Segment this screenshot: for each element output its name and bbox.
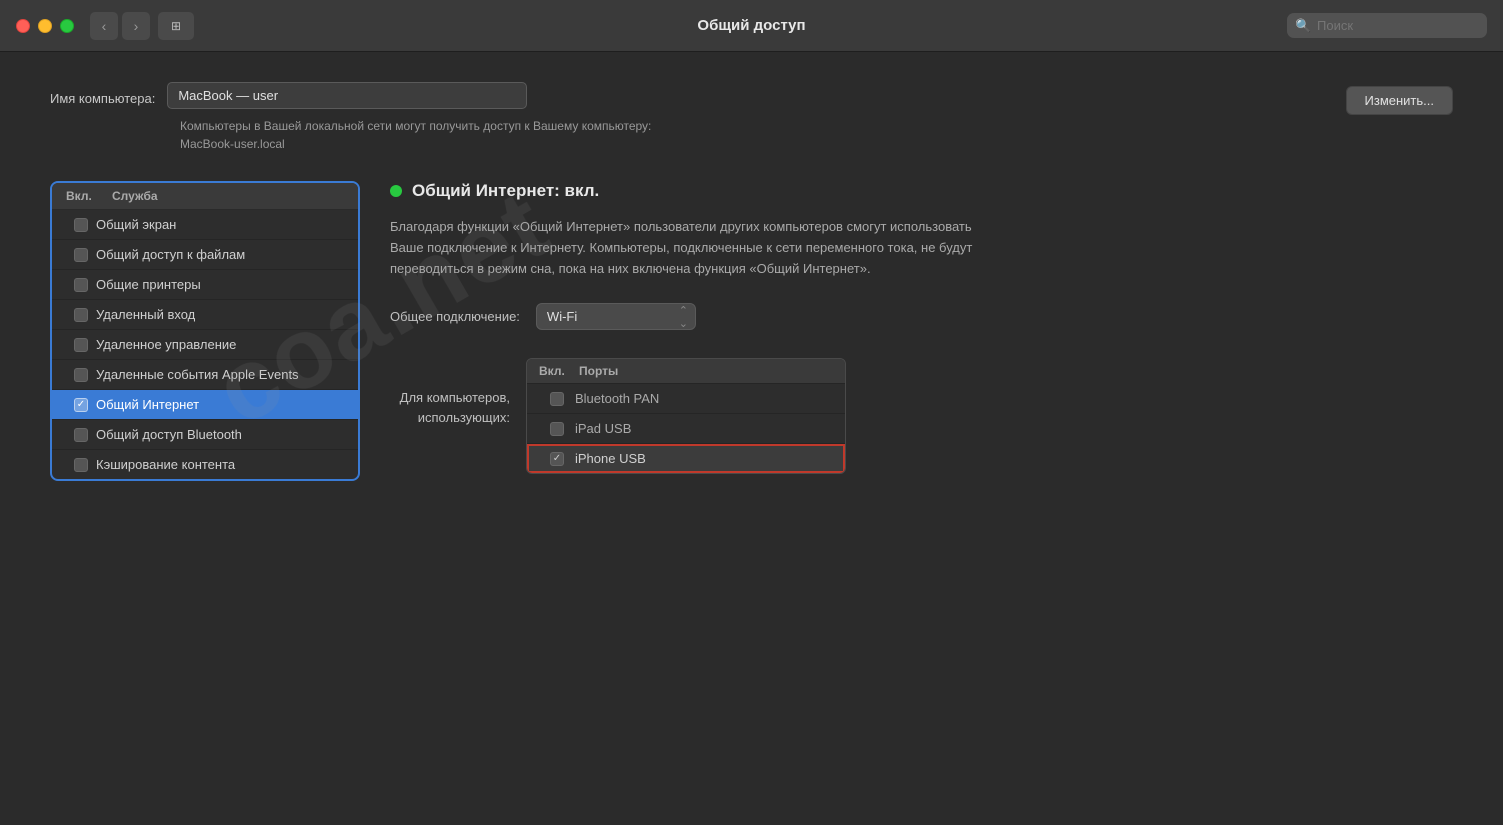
close-button[interactable] xyxy=(16,19,30,33)
checkbox-icon xyxy=(74,278,88,292)
service-checkbox-remote-login[interactable] xyxy=(66,308,96,322)
nav-buttons: ‹ › ⊞ xyxy=(90,12,194,40)
titlebar: ‹ › ⊞ Общий доступ 🔍 xyxy=(0,0,1503,52)
status-row: Общий Интернет: вкл. xyxy=(390,181,1453,201)
service-label-internet: Общий Интернет xyxy=(96,397,199,412)
status-title: Общий Интернет: вкл. xyxy=(412,181,599,201)
services-list: Общий экран Общий доступ к файлам Общие … xyxy=(52,210,358,479)
service-item-bluetooth[interactable]: Общий доступ Bluetooth xyxy=(52,420,358,450)
service-checkbox-cache[interactable] xyxy=(66,458,96,472)
services-header: Вкл. Служба xyxy=(52,183,358,210)
status-dot xyxy=(390,185,402,197)
service-item-remote-mgmt[interactable]: Удаленное управление xyxy=(52,330,358,360)
service-label-files: Общий доступ к файлам xyxy=(96,247,245,262)
service-checkbox-files[interactable] xyxy=(66,248,96,262)
right-panel: Общий Интернет: вкл. Благодаря функции «… xyxy=(390,181,1453,474)
back-button[interactable]: ‹ xyxy=(90,12,118,40)
port-label-bluetooth-pan: Bluetooth PAN xyxy=(575,391,833,406)
service-label-apple-events: Удаленные события Apple Events xyxy=(96,367,299,382)
computer-name-input[interactable] xyxy=(167,82,527,109)
service-item-screen[interactable]: Общий экран xyxy=(52,210,358,240)
service-item-files[interactable]: Общий доступ к файлам xyxy=(52,240,358,270)
main-content: Имя компьютера: Компьютеры в Вашей локал… xyxy=(0,52,1503,511)
port-checkbox-icon: ✓ xyxy=(550,452,564,466)
computer-name-section: Имя компьютера: Компьютеры в Вашей локал… xyxy=(50,82,1453,153)
ports-col-ports: Порты xyxy=(579,364,833,378)
service-checkbox-apple-events[interactable] xyxy=(66,368,96,382)
port-label-iphone-usb: iPhone USB xyxy=(575,451,833,466)
computer-name-sublabel: Компьютеры в Вашей локальной сети могут … xyxy=(180,117,680,153)
service-label-remote-login: Удаленный вход xyxy=(96,307,195,322)
service-item-internet[interactable]: ✓ Общий Интернет xyxy=(52,390,358,420)
service-label-screen: Общий экран xyxy=(96,217,176,232)
grid-button[interactable]: ⊞ xyxy=(158,12,194,40)
port-checkbox-icon xyxy=(550,422,564,436)
ports-header: Вкл. Порты xyxy=(527,359,845,384)
service-checkbox-printers[interactable] xyxy=(66,278,96,292)
connection-label: Общее подключение: xyxy=(390,309,520,324)
service-checkbox-screen[interactable] xyxy=(66,218,96,232)
connection-select-wrapper: Wi-Fi ⌃⌄ xyxy=(536,303,696,330)
service-checkbox-bluetooth[interactable] xyxy=(66,428,96,442)
port-item-bluetooth-pan[interactable]: Bluetooth PAN xyxy=(527,384,845,414)
service-label-cache: Кэширование контента xyxy=(96,457,235,472)
port-item-iphone-usb[interactable]: ✓ iPhone USB xyxy=(527,444,845,473)
service-item-apple-events[interactable]: Удаленные события Apple Events xyxy=(52,360,358,390)
minimize-button[interactable] xyxy=(38,19,52,33)
checkbox-icon xyxy=(74,428,88,442)
search-wrapper: 🔍 xyxy=(1287,13,1487,38)
checkbox-icon xyxy=(74,218,88,232)
search-input[interactable] xyxy=(1287,13,1487,38)
checkbox-icon xyxy=(74,458,88,472)
service-checkbox-internet[interactable]: ✓ xyxy=(66,398,96,412)
services-col-enabled: Вкл. xyxy=(66,189,112,203)
ports-table: Вкл. Порты Bluetooth PAN iPad USB xyxy=(526,358,846,474)
checkbox-icon xyxy=(74,368,88,382)
checkbox-icon: ✓ xyxy=(74,398,88,412)
computer-name-label: Имя компьютера: xyxy=(50,85,155,106)
change-button-wrapper: Изменить... xyxy=(1346,82,1453,115)
service-item-remote-login[interactable]: Удаленный вход xyxy=(52,300,358,330)
port-checkbox-bluetooth-pan[interactable] xyxy=(539,392,575,406)
for-computers-label: Для компьютеров, использующих: xyxy=(390,358,510,427)
service-label-bluetooth: Общий доступ Bluetooth xyxy=(96,427,242,442)
port-checkbox-iphone-usb[interactable]: ✓ xyxy=(539,452,575,466)
port-item-ipad-usb[interactable]: iPad USB xyxy=(527,414,845,444)
port-checkbox-ipad-usb[interactable] xyxy=(539,422,575,436)
computer-name-row: Имя компьютера: xyxy=(50,82,1346,109)
two-col-layout: Вкл. Служба Общий экран Общий доступ к ф… xyxy=(50,181,1453,481)
port-checkbox-icon xyxy=(550,392,564,406)
maximize-button[interactable] xyxy=(60,19,74,33)
services-panel: Вкл. Служба Общий экран Общий доступ к ф… xyxy=(50,181,360,481)
service-item-printers[interactable]: Общие принтеры xyxy=(52,270,358,300)
checkbox-icon xyxy=(74,248,88,262)
ports-col-enabled: Вкл. xyxy=(539,364,579,378)
forward-button[interactable]: › xyxy=(122,12,150,40)
service-label-printers: Общие принтеры xyxy=(96,277,201,292)
service-label-remote-mgmt: Удаленное управление xyxy=(96,337,236,352)
services-col-service: Служба xyxy=(112,189,344,203)
connection-row: Общее подключение: Wi-Fi ⌃⌄ xyxy=(390,303,1453,330)
for-computers-row: Для компьютеров, использующих: Вкл. Порт… xyxy=(390,358,1453,474)
checkbox-icon xyxy=(74,308,88,322)
description-text: Благодаря функции «Общий Интернет» польз… xyxy=(390,217,990,279)
change-button[interactable]: Изменить... xyxy=(1346,86,1453,115)
service-item-cache[interactable]: Кэширование контента xyxy=(52,450,358,479)
computer-name-left: Имя компьютера: Компьютеры в Вашей локал… xyxy=(50,82,1346,153)
connection-select[interactable]: Wi-Fi xyxy=(536,303,696,330)
port-label-ipad-usb: iPad USB xyxy=(575,421,833,436)
checkbox-icon xyxy=(74,338,88,352)
traffic-lights xyxy=(16,19,74,33)
service-checkbox-remote-mgmt[interactable] xyxy=(66,338,96,352)
window-title: Общий доступ xyxy=(697,17,805,34)
ports-list: Bluetooth PAN iPad USB ✓ iPhone USB xyxy=(527,384,845,473)
